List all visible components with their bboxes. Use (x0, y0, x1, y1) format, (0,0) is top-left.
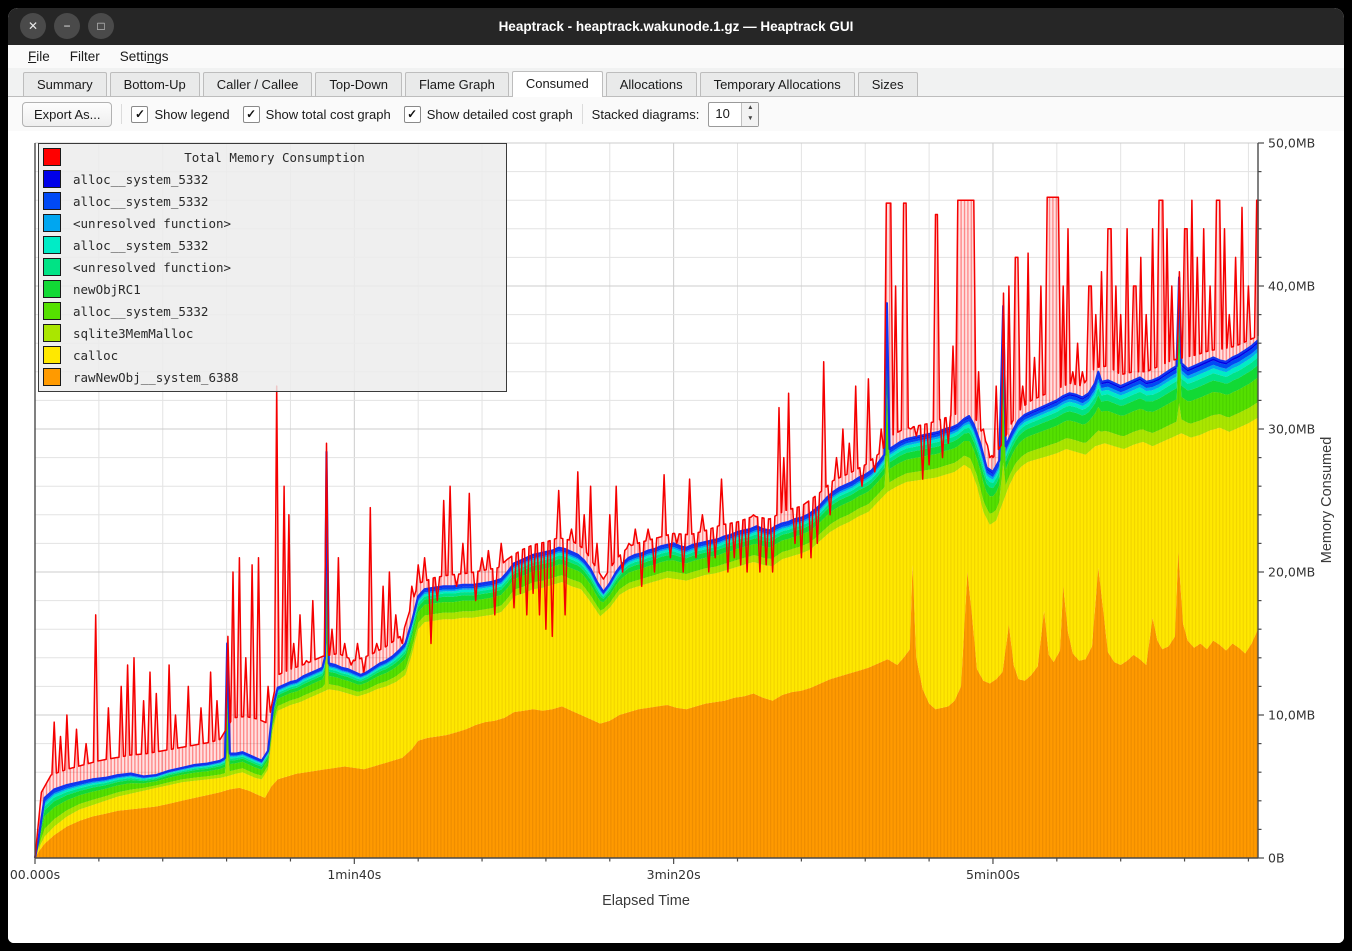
legend-label: calloc (73, 348, 118, 363)
menu-bar: FileFilterSettings (8, 45, 1344, 68)
toolbar: Export As... ✓ Show legend ✓ Show total cos… (8, 97, 1344, 131)
legend-swatch-icon (43, 148, 61, 166)
tab-allocations[interactable]: Allocations (606, 72, 697, 96)
spinner-up-icon[interactable]: ▲ (742, 103, 758, 115)
legend-label: alloc__system_5332 (73, 238, 208, 253)
heaptrack-window: ✕ − □ Heaptrack - heaptrack.wakunode.1.g… (8, 8, 1344, 943)
legend-swatch-icon (43, 170, 61, 188)
tab-bar: SummaryBottom-UpCaller / CalleeTop-DownF… (8, 68, 1344, 97)
tab-caller-callee[interactable]: Caller / Callee (203, 72, 313, 96)
tab-top-down[interactable]: Top-Down (315, 72, 402, 96)
svg-text:00.000s: 00.000s (10, 867, 60, 882)
toolbar-separator (121, 104, 122, 124)
legend-label: Total Memory Consumption (61, 150, 488, 165)
close-button[interactable]: ✕ (20, 13, 46, 39)
legend-item: Total Memory Consumption (39, 146, 506, 168)
show-detailed-cost-graph-checkbox[interactable]: ✓ Show detailed cost graph (404, 106, 573, 123)
checkbox-group: ✓ Show legend ✓ Show total cost graph ✓ Show … (131, 106, 572, 123)
legend-swatch-icon (43, 346, 61, 364)
legend-swatch-icon (43, 236, 61, 254)
title-bar[interactable]: ✕ − □ Heaptrack - heaptrack.wakunode.1.g… (8, 8, 1344, 45)
consumed-chart-panel: 00.000s 1min40s 3min20s 5min00s 0B 10,0MB 20,0… (8, 131, 1344, 943)
legend-label: <unresolved function> (73, 216, 231, 231)
legend-swatch-icon (43, 192, 61, 210)
legend-item: sqlite3MemMalloc (39, 322, 506, 344)
y-axis-label: Memory Consumed (1319, 437, 1335, 564)
svg-text:3min20s: 3min20s (647, 867, 701, 882)
tab-sizes[interactable]: Sizes (858, 72, 918, 96)
window-controls: ✕ − □ (20, 13, 114, 39)
legend-item: <unresolved function> (39, 256, 506, 278)
legend-label: rawNewObj__system_6388 (73, 370, 239, 385)
checkmark-icon: ✓ (131, 106, 148, 123)
svg-text:5min00s: 5min00s (966, 867, 1020, 882)
checkbox-label: Show total cost graph (266, 107, 391, 122)
toolbar-separator (582, 104, 583, 124)
stacked-diagrams-label: Stacked diagrams: (592, 107, 700, 122)
show-total-cost-graph-checkbox[interactable]: ✓ Show total cost graph (243, 106, 391, 123)
export-as-button[interactable]: Export As... (22, 102, 112, 127)
legend-label: sqlite3MemMalloc (73, 326, 193, 341)
stacked-diagrams-spinner[interactable]: 10 ▲ ▼ (708, 102, 759, 127)
checkmark-icon: ✓ (404, 106, 421, 123)
maximize-button[interactable]: □ (88, 13, 114, 39)
legend-label: newObjRC1 (73, 282, 141, 297)
svg-text:50,0MB: 50,0MB (1268, 136, 1315, 151)
tab-consumed[interactable]: Consumed (512, 71, 603, 97)
legend-label: alloc__system_5332 (73, 194, 208, 209)
tab-bottom-up[interactable]: Bottom-Up (110, 72, 200, 96)
chart-legend: Total Memory Consumption alloc__system_53… (38, 143, 507, 392)
legend-swatch-icon (43, 280, 61, 298)
svg-text:30,0MB: 30,0MB (1268, 422, 1315, 437)
legend-label: <unresolved function> (73, 260, 231, 275)
svg-text:20,0MB: 20,0MB (1268, 565, 1315, 580)
legend-swatch-icon (43, 302, 61, 320)
show-legend-checkbox[interactable]: ✓ Show legend (131, 106, 229, 123)
checkbox-label: Show detailed cost graph (427, 107, 573, 122)
menu-item-filter[interactable]: Filter (60, 47, 110, 66)
x-axis-label: Elapsed Time (8, 893, 1284, 909)
svg-text:40,0MB: 40,0MB (1268, 279, 1315, 294)
legend-swatch-icon (43, 214, 61, 232)
legend-item: <unresolved function> (39, 212, 506, 234)
checkmark-icon: ✓ (243, 106, 260, 123)
menu-item-file[interactable]: File (18, 47, 60, 66)
window-title: Heaptrack - heaptrack.wakunode.1.gz — He… (8, 8, 1344, 45)
spinner-down-icon[interactable]: ▼ (742, 114, 758, 126)
legend-item: calloc (39, 344, 506, 366)
legend-item: rawNewObj__system_6388 (39, 366, 506, 388)
legend-label: alloc__system_5332 (73, 172, 208, 187)
svg-text:0B: 0B (1268, 851, 1285, 866)
minimize-button[interactable]: − (54, 13, 80, 39)
tab-flame-graph[interactable]: Flame Graph (405, 72, 509, 96)
checkbox-label: Show legend (154, 107, 229, 122)
legend-swatch-icon (43, 258, 61, 276)
tab-temporary-allocations[interactable]: Temporary Allocations (700, 72, 855, 96)
legend-swatch-icon (43, 368, 61, 386)
legend-label: alloc__system_5332 (73, 304, 208, 319)
legend-item: alloc__system_5332 (39, 168, 506, 190)
tab-summary[interactable]: Summary (23, 72, 107, 96)
spinner-buttons: ▲ ▼ (741, 103, 758, 126)
menu-item-settings[interactable]: Settings (110, 47, 179, 66)
spinner-value[interactable]: 10 (709, 103, 741, 126)
legend-item: newObjRC1 (39, 278, 506, 300)
legend-item: alloc__system_5332 (39, 190, 506, 212)
legend-item: alloc__system_5332 (39, 300, 506, 322)
svg-text:1min40s: 1min40s (327, 867, 381, 882)
svg-text:10,0MB: 10,0MB (1268, 708, 1315, 723)
legend-swatch-icon (43, 324, 61, 342)
legend-item: alloc__system_5332 (39, 234, 506, 256)
